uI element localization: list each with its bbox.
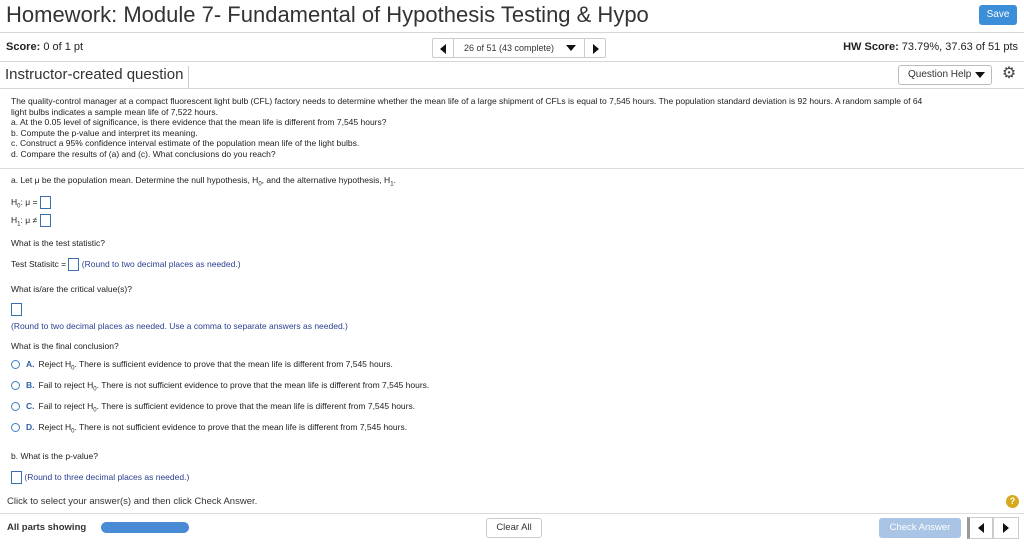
arrow-left-icon bbox=[440, 44, 446, 54]
p-value-hint: (Round to three decimal places as needed… bbox=[24, 471, 190, 482]
progress-bar bbox=[101, 522, 189, 533]
problem-part-c: c. Construct a 95% confidence interval e… bbox=[11, 138, 360, 149]
null-hypothesis-input[interactable] bbox=[39, 196, 51, 209]
test-stat-question: What is the test statistic? bbox=[11, 238, 106, 248]
hw-score: HW Score: 73.79%, 37.63 of 51 pts bbox=[843, 41, 1018, 53]
p-value-input[interactable] bbox=[11, 471, 22, 484]
radio-button[interactable] bbox=[11, 402, 20, 412]
intro-text: , and the alternative hypothesis, H bbox=[261, 175, 391, 185]
problem-part-d: d. Compare the results of (a) and (c). W… bbox=[11, 148, 276, 159]
part-a-intro: a. Let μ be the population mean. Determi… bbox=[11, 175, 396, 188]
critical-value-hint: (Round to two decimal places as needed. … bbox=[11, 321, 348, 331]
option-a[interactable]: A. Reject H0. There is sufficient evidenc… bbox=[11, 359, 393, 372]
test-stat-row: Test Statisitc = (Round to two decimal p… bbox=[11, 258, 241, 271]
option-b[interactable]: B. Fail to reject H0. There is not suffic… bbox=[11, 380, 429, 393]
option-text: . There is sufficient evidence to prove … bbox=[96, 401, 416, 411]
part-b-question: b. What is the p-value? bbox=[11, 451, 98, 461]
test-stat-hint: (Round to two decimal places as needed.) bbox=[81, 258, 241, 269]
problem-statement: The quality-control manager at a compact… bbox=[11, 96, 1016, 160]
question-help-dropdown[interactable]: Question Help bbox=[898, 65, 992, 85]
problem-line: The quality-control manager at a compact… bbox=[11, 96, 923, 106]
chevron-down-icon bbox=[566, 45, 576, 51]
option-letter: B. bbox=[26, 380, 35, 390]
question-header: Instructor-created question Question Hel… bbox=[0, 61, 1024, 89]
hw-score-label: HW Score: bbox=[843, 41, 899, 53]
score-value: 0 of 1 pt bbox=[43, 41, 84, 53]
radio-button[interactable] bbox=[11, 381, 20, 391]
homework-title: Homework: Module 7- Fundamental of Hypot… bbox=[6, 2, 649, 27]
intro-text: . bbox=[393, 175, 396, 185]
divider bbox=[0, 168, 1024, 169]
critical-value-question: What is/are the critical value(s)? bbox=[11, 284, 132, 294]
hw-score-value: 73.79%, 37.63 of 51 pts bbox=[901, 41, 1018, 53]
question-nav-label: 26 of 51 (43 complete) bbox=[464, 43, 555, 53]
option-text: Reject H bbox=[38, 422, 72, 432]
option-c[interactable]: C. Fail to reject H0. There is sufficient… bbox=[11, 401, 415, 414]
previous-button[interactable] bbox=[967, 517, 993, 539]
option-letter: D. bbox=[26, 422, 35, 432]
intro-text: a. Let bbox=[11, 175, 35, 185]
option-letter: A. bbox=[26, 359, 35, 369]
intro-text: be the population mean. Determine the nu… bbox=[39, 175, 259, 185]
test-statistic-input[interactable] bbox=[68, 258, 80, 271]
alt-hypothesis-row: H1: μ ≠ bbox=[11, 214, 51, 227]
divider bbox=[0, 513, 1024, 514]
critical-value-input[interactable] bbox=[11, 303, 22, 316]
next-question-button[interactable] bbox=[584, 38, 606, 58]
clear-all-button[interactable]: Clear All bbox=[486, 518, 542, 538]
parts-label: All parts showing bbox=[7, 522, 87, 533]
header-bar: Homework: Module 7- Fundamental of Hypot… bbox=[0, 0, 1024, 33]
option-text: . There is sufficient evidence to prove … bbox=[74, 359, 393, 369]
question-help-label: Question Help bbox=[908, 69, 972, 80]
score-label: Score: bbox=[6, 41, 41, 53]
option-text: Fail to reject H bbox=[38, 380, 94, 390]
p-value-row: (Round to three decimal places as needed… bbox=[11, 471, 189, 484]
score: Score: 0 of 1 pt bbox=[6, 41, 83, 53]
test-stat-label: Test Statisitc = bbox=[11, 258, 67, 269]
arrow-right-icon bbox=[1003, 523, 1009, 533]
instruction-text: Click to select your answer(s) and then … bbox=[7, 496, 258, 507]
next-button[interactable] bbox=[993, 517, 1019, 539]
option-text: . There is not sufficient evidence to pr… bbox=[96, 380, 430, 390]
critical-value-row bbox=[11, 303, 22, 316]
option-d[interactable]: D. Reject H0. There is not sufficient evi… bbox=[11, 422, 407, 435]
arrow-left-icon bbox=[978, 523, 984, 533]
chevron-down-icon bbox=[975, 72, 985, 78]
gear-icon[interactable]: ⚙ bbox=[1000, 65, 1018, 83]
option-text: Fail to reject H bbox=[38, 401, 94, 411]
instructor-created-label: Instructor-created question bbox=[5, 66, 190, 88]
check-answer-button[interactable]: Check Answer bbox=[879, 518, 961, 538]
conclusion-question: What is the final conclusion? bbox=[11, 341, 119, 351]
problem-part-b: b. Compute the p-value and interpret its… bbox=[11, 127, 198, 138]
problem-part-a: a. At the 0.05 level of significance, is… bbox=[11, 117, 387, 128]
radio-button[interactable] bbox=[11, 423, 20, 433]
alt-hypothesis-input[interactable] bbox=[39, 214, 51, 227]
option-letter: C. bbox=[26, 401, 35, 411]
problem-line: light bulbs indicates a sample mean life… bbox=[11, 106, 218, 117]
help-icon[interactable]: ? bbox=[1006, 495, 1019, 508]
radio-button[interactable] bbox=[11, 360, 20, 370]
null-hypothesis-row: H0: μ = bbox=[11, 196, 51, 209]
save-button[interactable]: Save bbox=[979, 5, 1017, 25]
previous-question-button[interactable] bbox=[432, 38, 454, 58]
h1-relation: : μ ≠ bbox=[20, 214, 38, 225]
arrow-right-icon bbox=[593, 44, 599, 54]
option-text: . There is not sufficient evidence to pr… bbox=[74, 422, 408, 432]
question-selector[interactable]: 26 of 51 (43 complete) bbox=[454, 38, 584, 58]
option-text: Reject H bbox=[38, 359, 72, 369]
h0-relation: : μ = bbox=[20, 196, 38, 207]
